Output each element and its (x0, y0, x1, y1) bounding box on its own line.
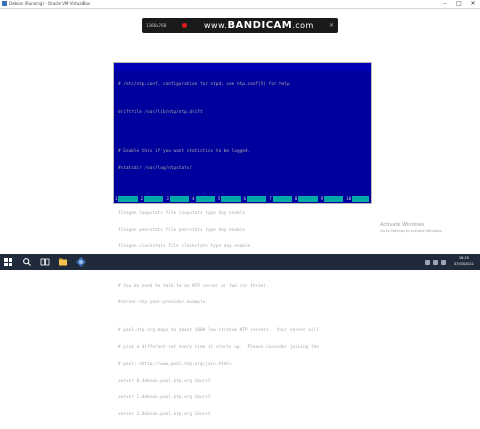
recording-resolution: 1366x768 (146, 23, 167, 28)
file-explorer-icon[interactable] (58, 257, 68, 267)
activation-title: Activate Windows (380, 222, 425, 228)
editor-line: driftfile /var/lib/ntp/ntp.drift (118, 110, 203, 116)
editor-line: #server ntp.your-provider.example (118, 300, 206, 306)
system-tray (425, 254, 446, 270)
function-key[interactable]: 3 (165, 194, 191, 203)
activation-subtitle: Go to Settings to activate Windows. (380, 229, 443, 233)
editor-line: server 0.debian.pool.ntp.org iburst (118, 378, 211, 384)
watermark-prefix: www. (204, 21, 228, 30)
editor-line: server 1.debian.pool.ntp.org iburst (118, 395, 211, 401)
function-key[interactable]: 2 (140, 194, 166, 203)
editor-line: filegen peerstats file peerstats type da… (118, 227, 245, 233)
editor-line: # Enable this if you want statistics to … (118, 149, 251, 155)
watermark-suffix: .com (292, 21, 314, 30)
editor-line: # pick a different set every time it sta… (118, 345, 319, 351)
editor-header (114, 63, 371, 71)
function-key-label (195, 195, 215, 202)
function-key[interactable]: 8 (294, 194, 320, 203)
network-icon[interactable] (425, 259, 430, 265)
function-key-label (169, 195, 190, 202)
activation-watermark: Activate Windows Go to Settings to activ… (380, 222, 443, 234)
recorder-overlay: 1366x768 www.BANDICAM.com ✕ (142, 18, 338, 33)
editor-line: # pool.ntp.org maps to about 1000 low-st… (118, 328, 319, 334)
function-key-label (144, 195, 164, 202)
editor-line: # /etc/ntp.conf, configuration for ntpd;… (118, 82, 290, 88)
close-button[interactable]: ✕ (466, 0, 480, 8)
function-key-label (298, 195, 318, 202)
function-key[interactable]: 6 (243, 194, 269, 203)
task-view-icon[interactable] (40, 257, 50, 267)
taskbar-clock[interactable]: 18:25 07/03/2021 (454, 256, 474, 267)
bandicam-watermark: www.BANDICAM.com (204, 18, 314, 33)
windows-start-icon[interactable] (4, 258, 12, 266)
function-key-label (352, 195, 370, 202)
recorder-close-icon[interactable]: ✕ (329, 18, 334, 33)
editor-content[interactable]: # /etc/ntp.conf, configuration for ntpd;… (118, 71, 368, 429)
function-key[interactable]: 4 (191, 194, 217, 203)
clock-date: 07/03/2021 (453, 261, 474, 266)
record-dot-icon (182, 23, 187, 28)
editor-line: server 2.debian.pool.ntp.org iburst (118, 412, 211, 418)
editor-line: # You do need to talk to an NTP server o… (118, 283, 269, 289)
editor-line: # pool: <http://www.pool.ntp.org/join.ht… (118, 361, 232, 367)
window-title: Debian (Running) - Oracle VM VirtualBox (9, 1, 91, 6)
terminal-editor[interactable]: # /etc/ntp.conf, configuration for ntpd;… (113, 62, 372, 417)
editor-line: #statsdir /var/log/ntpstats/ (118, 166, 193, 172)
function-key[interactable]: 7 (268, 194, 294, 203)
virtualbox-icon (2, 1, 7, 6)
menubar: File Machine View Input Devices Help (0, 9, 480, 25)
maximize-button[interactable]: □ (452, 0, 466, 8)
function-key-label (246, 195, 267, 202)
search-icon[interactable] (22, 257, 32, 267)
window-titlebar: Debian (Running) - Oracle VM VirtualBox … (0, 0, 480, 9)
watermark-name: BANDICAM (227, 20, 293, 31)
function-key-label (118, 195, 138, 202)
function-key-label (324, 195, 344, 202)
function-key-bar: 1 2 3 4 5 6 7 8 9 10 (114, 194, 371, 203)
function-key[interactable]: 5 (217, 194, 243, 203)
function-key[interactable]: 1 (114, 194, 140, 203)
virtualbox-taskbar-icon[interactable] (76, 257, 86, 267)
minimize-button[interactable]: – (438, 0, 452, 8)
function-key-label (221, 195, 241, 202)
function-key-label (272, 195, 292, 202)
battery-icon[interactable] (441, 259, 446, 265)
taskbar: 18:25 07/03/2021 (0, 254, 480, 270)
function-key-number: 10 (346, 196, 352, 201)
function-key[interactable]: 9 (320, 194, 346, 203)
function-key[interactable]: 10 (345, 194, 371, 203)
editor-line: filegen clockstats file clockstats type … (118, 244, 251, 250)
editor-line: filegen loopstats file loopstats type da… (118, 210, 245, 216)
volume-icon[interactable] (433, 259, 438, 265)
